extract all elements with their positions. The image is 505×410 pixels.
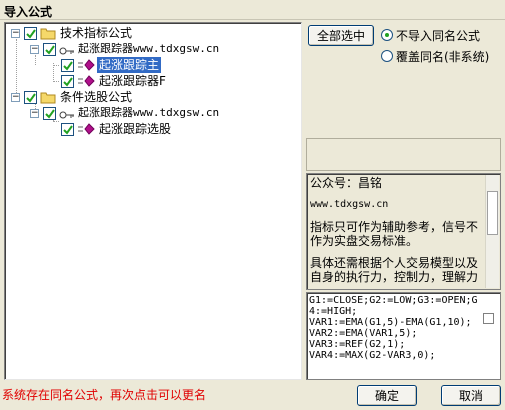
tree-node-label: 技术指标公式	[60, 26, 133, 40]
radio-label: 覆盖同名(非系统)	[396, 50, 490, 64]
checkmark-icon	[45, 45, 55, 55]
status-message: 系统存在同名公式，再次点击可以更名	[2, 388, 207, 402]
checkbox[interactable]	[24, 27, 37, 40]
collapse-toggle[interactable]: −	[11, 93, 20, 102]
code-line: VAR3:=REF(G2,1);	[309, 339, 406, 350]
description-text: 公众号：昌铭 www.tdxgsw.cn 指标只可作为辅助参考，信号不作为实盘交…	[310, 176, 482, 284]
radio-overwrite-same-name[interactable]	[381, 50, 393, 62]
code-text: G1:=CLOSE;G2:=LOW;G3:=OPEN;G 4:=HIGH; VA…	[309, 295, 481, 361]
radio-label: 不导入同名公式	[396, 29, 481, 43]
description-line	[310, 212, 482, 220]
checkmark-icon	[45, 109, 55, 119]
code-line: 4:=HIGH;	[309, 306, 358, 317]
tree-node-formula-selection[interactable]: 起涨跟踪选股	[5, 121, 205, 137]
checkbox[interactable]	[43, 43, 56, 56]
checkbox[interactable]	[61, 123, 74, 136]
collapse-toggle[interactable]: −	[11, 29, 20, 38]
tree-node-indicator-formulas[interactable]: − 技术指标公式	[5, 25, 205, 41]
select-all-button[interactable]: 全部选中	[308, 25, 374, 46]
vertical-scrollbar[interactable]	[485, 175, 499, 288]
tree-node-formula-main[interactable]: 起涨跟踪主	[5, 57, 205, 73]
ok-button[interactable]: 确定	[357, 385, 417, 406]
cancel-button[interactable]: 取消	[441, 385, 501, 406]
tree-node-label: 起涨跟踪器www.tdxgsw.cn	[78, 42, 220, 55]
description-line: 指标只可作为辅助参考，信号不作为实盘交易标准。	[310, 220, 479, 248]
collapse-toggle[interactable]: −	[30, 45, 39, 54]
tree-node-label: 起涨跟踪器www.tdxgsw.cn	[78, 106, 220, 119]
scrollbar-thumb[interactable]	[487, 191, 498, 235]
formula-code[interactable]: G1:=CLOSE;G2:=LOW;G3:=OPEN;G 4:=HIGH; VA…	[306, 292, 501, 380]
description-line	[310, 190, 482, 198]
formula-icon	[77, 123, 95, 139]
checkmark-icon	[63, 61, 73, 71]
description-line: www.tdxgsw.cn	[310, 199, 389, 210]
code-line: VAR4:=MAX(G2-VAR3,0);	[309, 350, 436, 361]
checkbox[interactable]	[61, 75, 74, 88]
formula-tree[interactable]: − 技术指标公式 − 起涨跟踪器www.tdxgsw.cn 起涨跟踪主 起涨跟踪…	[4, 22, 302, 380]
collapse-toggle[interactable]: −	[30, 109, 39, 118]
scroll-box[interactable]	[483, 313, 494, 324]
tree-node-indicator-group[interactable]: − 起涨跟踪器www.tdxgsw.cn	[5, 41, 245, 57]
checkmark-icon	[63, 125, 73, 135]
checkmark-icon	[26, 93, 36, 103]
checkbox[interactable]	[43, 107, 56, 120]
empty-panel	[306, 138, 501, 171]
description-line	[310, 248, 482, 256]
formula-description[interactable]: 公众号：昌铭 www.tdxgsw.cn 指标只可作为辅助参考，信号不作为实盘交…	[306, 173, 501, 290]
radio-no-import-same-name[interactable]	[381, 29, 393, 41]
code-line: VAR2:=EMA(VAR1,5);	[309, 328, 418, 339]
tree-node-label: 起涨跟踪器F	[99, 74, 166, 88]
tree-node-label: 起涨跟踪选股	[99, 122, 172, 136]
tree-node-label: 条件选股公式	[60, 90, 133, 104]
code-line: VAR1:=EMA(G1,5)-EMA(G1,10);	[309, 317, 472, 328]
tree-node-selection-group[interactable]: − 起涨跟踪器www.tdxgsw.cn	[5, 105, 245, 121]
code-line: G1:=CLOSE;G2:=LOW;G3:=OPEN;G	[309, 295, 478, 306]
checkmark-icon	[26, 29, 36, 39]
tree-node-formula-f[interactable]: 起涨跟踪器F	[5, 73, 205, 89]
checkmark-icon	[63, 77, 73, 87]
checkbox[interactable]	[61, 59, 74, 72]
tree-node-stock-selection-formulas[interactable]: − 条件选股公式	[5, 89, 205, 105]
tree-node-label: 起涨跟踪主	[97, 57, 162, 73]
checkbox[interactable]	[24, 91, 37, 104]
description-line: 公众号：昌铭	[310, 176, 383, 190]
window-title: 导入公式	[0, 0, 505, 20]
description-line: 具体还需根据个人交易模型以及自身的执行力，控制力，理解力	[310, 256, 479, 284]
